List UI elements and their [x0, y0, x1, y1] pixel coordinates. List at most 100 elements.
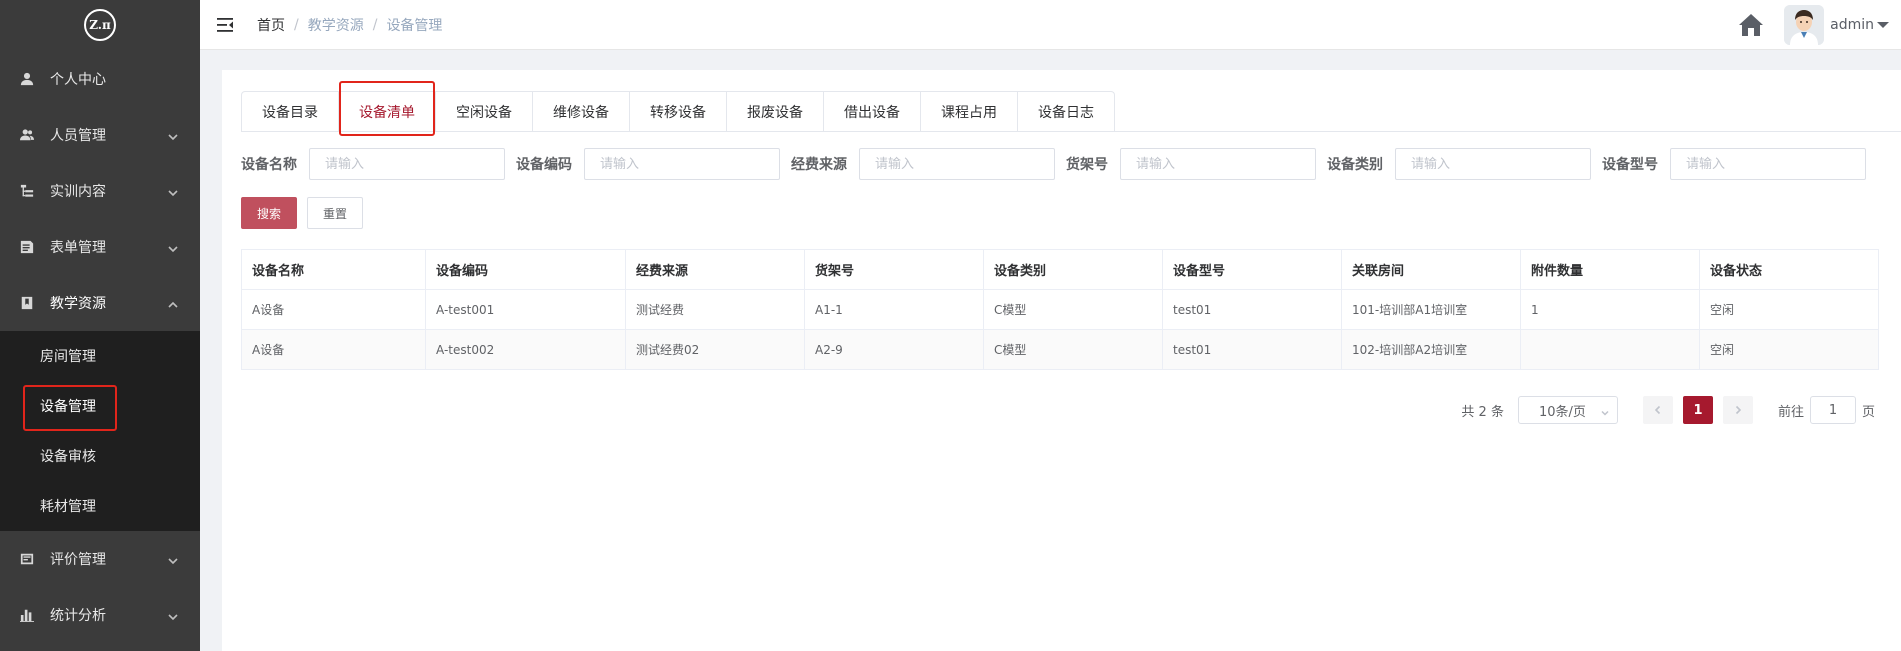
- evaluation-icon: [20, 552, 34, 566]
- sidebar-item-label: 教学资源: [50, 296, 106, 312]
- pagination: 共 2 条 10条/页 1 前往 页: [1461, 396, 1875, 424]
- tab-equipment-catalog[interactable]: 设备目录: [242, 92, 338, 132]
- hamburger-icon[interactable]: [217, 17, 233, 32]
- filter-label-shelf: 货架号: [1066, 157, 1108, 173]
- page-size-value: 10条/页: [1538, 404, 1586, 420]
- filter-input-category[interactable]: [1395, 148, 1591, 180]
- filter-label-funding: 经费来源: [791, 157, 847, 173]
- sidebar-item-teaching-resources[interactable]: 教学资源: [0, 275, 200, 331]
- prev-page-button[interactable]: [1642, 396, 1673, 424]
- book-icon: [20, 296, 34, 310]
- column-header: 货架号: [804, 249, 984, 290]
- page-number-current[interactable]: 1: [1682, 396, 1713, 424]
- tab-lent-equipment[interactable]: 借出设备: [823, 92, 920, 132]
- reset-button[interactable]: 重置: [307, 197, 364, 229]
- filter-buttons: 搜索 重置: [241, 197, 373, 229]
- filter-input-code[interactable]: [584, 148, 780, 180]
- breadcrumb-separator: /: [372, 16, 378, 33]
- sidebar-item-evaluation[interactable]: 评价管理: [0, 531, 200, 587]
- filter-label-code: 设备编码: [516, 157, 572, 173]
- chevron-down-icon: [168, 242, 178, 253]
- page-jump: 前往 页: [1778, 396, 1875, 424]
- column-header: 设备状态: [1699, 249, 1879, 290]
- form-icon: [20, 240, 34, 254]
- chevron-down-icon: [168, 610, 178, 621]
- home-icon[interactable]: [1738, 13, 1764, 37]
- column-header: 设备型号: [1162, 249, 1342, 290]
- tab-scrapped-equipment[interactable]: 报废设备: [726, 92, 823, 132]
- sidebar-subitem-equipment[interactable]: 设备管理: [0, 381, 200, 431]
- top-header: 首页 / 教学资源 / 设备管理 admin: [200, 0, 1901, 50]
- sidebar-item-label: 表单管理: [50, 240, 106, 256]
- tab-bar: 设备目录 设备清单 空闲设备 维修设备 转移设备 报废设备 借出设备 课程占用 …: [241, 91, 1115, 132]
- column-header: 附件数量: [1520, 249, 1700, 290]
- sidebar-item-label: 评价管理: [50, 552, 106, 568]
- equipment-table: 设备名称 设备编码 经费来源 货架号 设备类别 设备型号 关联房间 附件数量 设…: [241, 249, 1879, 370]
- tab-repair-equipment[interactable]: 维修设备: [532, 92, 629, 132]
- column-header: 经费来源: [625, 249, 805, 290]
- chevron-down-icon: [1601, 406, 1609, 416]
- main-card: 设备目录 设备清单 空闲设备 维修设备 转移设备 报废设备 借出设备 课程占用 …: [222, 70, 1901, 651]
- logo[interactable]: Z.π: [84, 9, 116, 41]
- breadcrumb-teaching-resources[interactable]: 教学资源: [308, 15, 364, 35]
- table-cell: 101-培训部A1培训室: [1341, 289, 1521, 330]
- sidebar-item-label: 人员管理: [50, 128, 106, 144]
- bar-chart-icon: [20, 608, 34, 622]
- sidebar-item-personal-center[interactable]: 个人中心: [0, 50, 200, 107]
- table-row[interactable]: A设备 A-test002 测试经费02 A2-9 C模型 test01 102…: [241, 329, 1879, 370]
- breadcrumb-current: 设备管理: [386, 17, 443, 34]
- header-right: admin: [1738, 0, 1889, 50]
- caret-down-icon[interactable]: [1877, 22, 1889, 28]
- sidebar-item-forms[interactable]: 表单管理: [0, 219, 200, 275]
- table-cell: 测试经费02: [625, 329, 805, 370]
- teaching-resources-submenu: 房间管理 设备管理 设备审核 耗材管理: [0, 331, 200, 531]
- next-page-button[interactable]: [1722, 396, 1753, 424]
- page-size-select[interactable]: 10条/页: [1517, 396, 1618, 424]
- table-cell: 测试经费: [625, 289, 805, 330]
- tab-equipment-list[interactable]: 设备清单: [338, 92, 435, 132]
- breadcrumb-home[interactable]: 首页: [257, 15, 285, 35]
- table-cell: C模型: [983, 289, 1163, 330]
- sidebar-item-statistics[interactable]: 统计分析: [0, 587, 200, 643]
- tab-equipment-log[interactable]: 设备日志: [1017, 92, 1114, 132]
- chevron-down-icon: [168, 554, 178, 565]
- filter-input-model[interactable]: [1670, 148, 1866, 180]
- table-cell: A2-9: [804, 329, 984, 370]
- sidebar-item-staff[interactable]: 人员管理: [0, 107, 200, 163]
- table-cell: 空闲: [1699, 289, 1879, 330]
- avatar[interactable]: [1784, 5, 1825, 45]
- filter-input-funding[interactable]: [859, 148, 1055, 180]
- sidebar-subitem-consumables[interactable]: 耗材管理: [0, 481, 200, 531]
- table-cell: 102-培训部A2培训室: [1341, 329, 1521, 370]
- sidebar-item-label: 统计分析: [50, 608, 106, 624]
- tab-idle-equipment[interactable]: 空闲设备: [435, 92, 532, 132]
- table-row[interactable]: A设备 A-test001 测试经费 A1-1 C模型 test01 101-培…: [241, 289, 1879, 330]
- breadcrumb-separator: /: [294, 16, 299, 33]
- table-cell: A设备: [241, 329, 426, 370]
- search-button[interactable]: 搜索: [241, 197, 298, 229]
- table-cell: test01: [1162, 289, 1342, 330]
- breadcrumb: 首页 / 教学资源 / 设备管理: [257, 15, 442, 35]
- table-cell: test01: [1162, 329, 1342, 370]
- filter-input-shelf[interactable]: [1120, 148, 1316, 180]
- sidebar-item-training[interactable]: 实训内容: [0, 163, 200, 219]
- chevron-down-icon: [168, 130, 178, 141]
- sidebar: Z.π 个人中心 人员管理 实训内容 表单管理 教学资源 房间管理 设备管理 设…: [0, 0, 200, 651]
- tab-transfer-equipment[interactable]: 转移设备: [629, 92, 726, 132]
- username[interactable]: admin: [1830, 17, 1874, 33]
- table-cell: A-test001: [425, 289, 626, 330]
- column-header: 设备编码: [425, 249, 626, 290]
- page-jump-suffix: 页: [1861, 404, 1875, 420]
- table-cell: C模型: [983, 329, 1163, 370]
- filter-label-name: 设备名称: [241, 157, 297, 173]
- tabs-divider: [241, 131, 1901, 132]
- filter-input-name[interactable]: [309, 148, 505, 180]
- tab-course-occupancy[interactable]: 课程占用: [920, 92, 1017, 132]
- page-jump-input[interactable]: [1809, 396, 1856, 424]
- table-cell: A-test002: [425, 329, 626, 370]
- page-jump-prefix: 前往: [1777, 404, 1804, 420]
- sidebar-subitem-equipment-review[interactable]: 设备审核: [0, 431, 200, 481]
- table-header-row: 设备名称 设备编码 经费来源 货架号 设备类别 设备型号 关联房间 附件数量 设…: [241, 249, 1879, 290]
- table-cell: 空闲: [1699, 329, 1879, 370]
- sidebar-subitem-room[interactable]: 房间管理: [0, 331, 200, 381]
